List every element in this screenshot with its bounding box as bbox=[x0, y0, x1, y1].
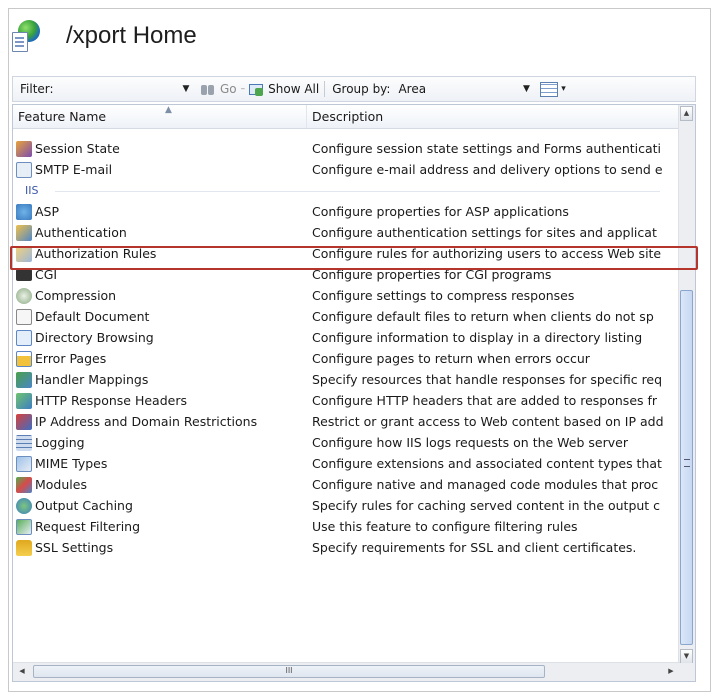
list-item-logging[interactable]: Logging Configure how IIS logs requests … bbox=[13, 432, 680, 453]
http-response-headers-icon bbox=[16, 392, 32, 409]
show-all-button[interactable]: Show All bbox=[249, 82, 319, 96]
ssl-settings-icon bbox=[16, 539, 32, 556]
vertical-scrollbar[interactable]: ▲ ▼ bbox=[678, 105, 695, 665]
scroll-right-button[interactable]: ▶ bbox=[664, 665, 678, 678]
scroll-left-button[interactable]: ◀ bbox=[15, 665, 29, 678]
page-title: /xport Home bbox=[66, 22, 197, 49]
list-item-default-document[interactable]: Default Document Configure default files… bbox=[13, 306, 680, 327]
list-item-ip-domain-restrictions[interactable]: IP Address and Domain Restrictions Restr… bbox=[13, 411, 680, 432]
view-mode-dropdown-arrow[interactable]: ▾ bbox=[558, 84, 568, 94]
scroll-up-button[interactable]: ▲ bbox=[680, 106, 693, 121]
compression-icon bbox=[16, 287, 32, 304]
group-by-select[interactable]: Area bbox=[398, 82, 518, 96]
scroll-grip-icon bbox=[684, 459, 690, 467]
column-header-feature-name[interactable]: ▲ Feature Name bbox=[13, 105, 307, 128]
list-item-modules[interactable]: Modules Configure native and managed cod… bbox=[13, 474, 680, 495]
list-item-authentication[interactable]: Authentication Configure authentication … bbox=[13, 222, 680, 243]
scroll-down-button[interactable]: ▼ bbox=[680, 649, 693, 664]
logging-icon bbox=[16, 434, 32, 451]
list-item-handler-mappings[interactable]: Handler Mappings Specify resources that … bbox=[13, 369, 680, 390]
go-label: Go bbox=[220, 82, 237, 96]
scrollbar-corner bbox=[679, 663, 695, 681]
horizontal-scroll-thumb[interactable]: III bbox=[33, 665, 545, 678]
go-button[interactable]: Go bbox=[200, 82, 237, 96]
session-state-icon bbox=[16, 140, 32, 157]
authentication-icon bbox=[16, 224, 32, 241]
list-item-smtp-email[interactable]: SMTP E-mail Configure e-mail address and… bbox=[13, 159, 680, 180]
ip-restrictions-icon bbox=[16, 413, 32, 430]
filter-label: Filter: bbox=[20, 82, 54, 96]
show-all-icon bbox=[249, 82, 265, 96]
page-header: /xport Home bbox=[12, 12, 197, 60]
view-mode-icon[interactable] bbox=[540, 81, 559, 97]
output-caching-icon bbox=[16, 497, 32, 514]
filter-dropdown[interactable]: ▼ bbox=[178, 84, 194, 94]
horizontal-scrollbar[interactable]: ◀ III ▶ bbox=[13, 662, 680, 681]
list-item-output-caching[interactable]: Output Caching Specify rules for caching… bbox=[13, 495, 680, 516]
show-all-label: Show All bbox=[268, 82, 320, 96]
list-item-session-state[interactable]: Session State Configure session state se… bbox=[13, 138, 680, 159]
list-item-request-filtering[interactable]: Request Filtering Use this feature to co… bbox=[13, 516, 680, 537]
directory-browsing-icon bbox=[16, 329, 32, 346]
list-item-directory-browsing[interactable]: Directory Browsing Configure information… bbox=[13, 327, 680, 348]
column-header-row: ▲ Feature Name Description bbox=[13, 105, 680, 129]
go-dropdown-arrow[interactable]: – bbox=[241, 84, 246, 94]
request-filtering-icon bbox=[16, 518, 32, 535]
feature-list: ▲ Feature Name Description Session State… bbox=[12, 104, 696, 682]
toolbar-separator bbox=[324, 81, 326, 97]
cgi-icon bbox=[16, 268, 32, 281]
list-item-ssl-settings[interactable]: SSL Settings Specify requirements for SS… bbox=[13, 537, 680, 558]
default-document-icon bbox=[16, 308, 32, 325]
handler-mappings-icon bbox=[16, 371, 32, 388]
sort-ascending-icon: ▲ bbox=[165, 105, 172, 115]
vertical-scroll-thumb[interactable] bbox=[680, 290, 693, 645]
filter-toolbar: Filter: ▼ Go – Show All Group by: Area ▼… bbox=[12, 76, 696, 102]
list-item-mime-types[interactable]: MIME Types Configure extensions and asso… bbox=[13, 453, 680, 474]
error-pages-icon bbox=[16, 350, 32, 367]
server-home-icon bbox=[12, 20, 44, 52]
list-item-error-pages[interactable]: Error Pages Configure pages to return wh… bbox=[13, 348, 680, 369]
list-item-http-response-headers[interactable]: HTTP Response Headers Configure HTTP hea… bbox=[13, 390, 680, 411]
group-by-label: Group by: bbox=[332, 82, 391, 96]
asp-icon bbox=[16, 203, 32, 220]
group-by-dropdown-arrow[interactable]: ▼ bbox=[518, 84, 534, 94]
smtp-email-icon bbox=[16, 161, 32, 178]
group-header-iis[interactable]: IIS bbox=[13, 180, 680, 201]
mime-types-icon bbox=[16, 455, 32, 472]
highlight-box-authentication bbox=[10, 246, 698, 270]
list-item-compression[interactable]: Compression Configure settings to compre… bbox=[13, 285, 680, 306]
column-header-description[interactable]: Description bbox=[307, 105, 680, 128]
binoculars-icon bbox=[200, 83, 216, 96]
modules-icon bbox=[16, 476, 32, 493]
feature-rows: Session State Configure session state se… bbox=[13, 138, 680, 558]
list-item-asp[interactable]: ASP Configure properties for ASP applica… bbox=[13, 201, 680, 222]
